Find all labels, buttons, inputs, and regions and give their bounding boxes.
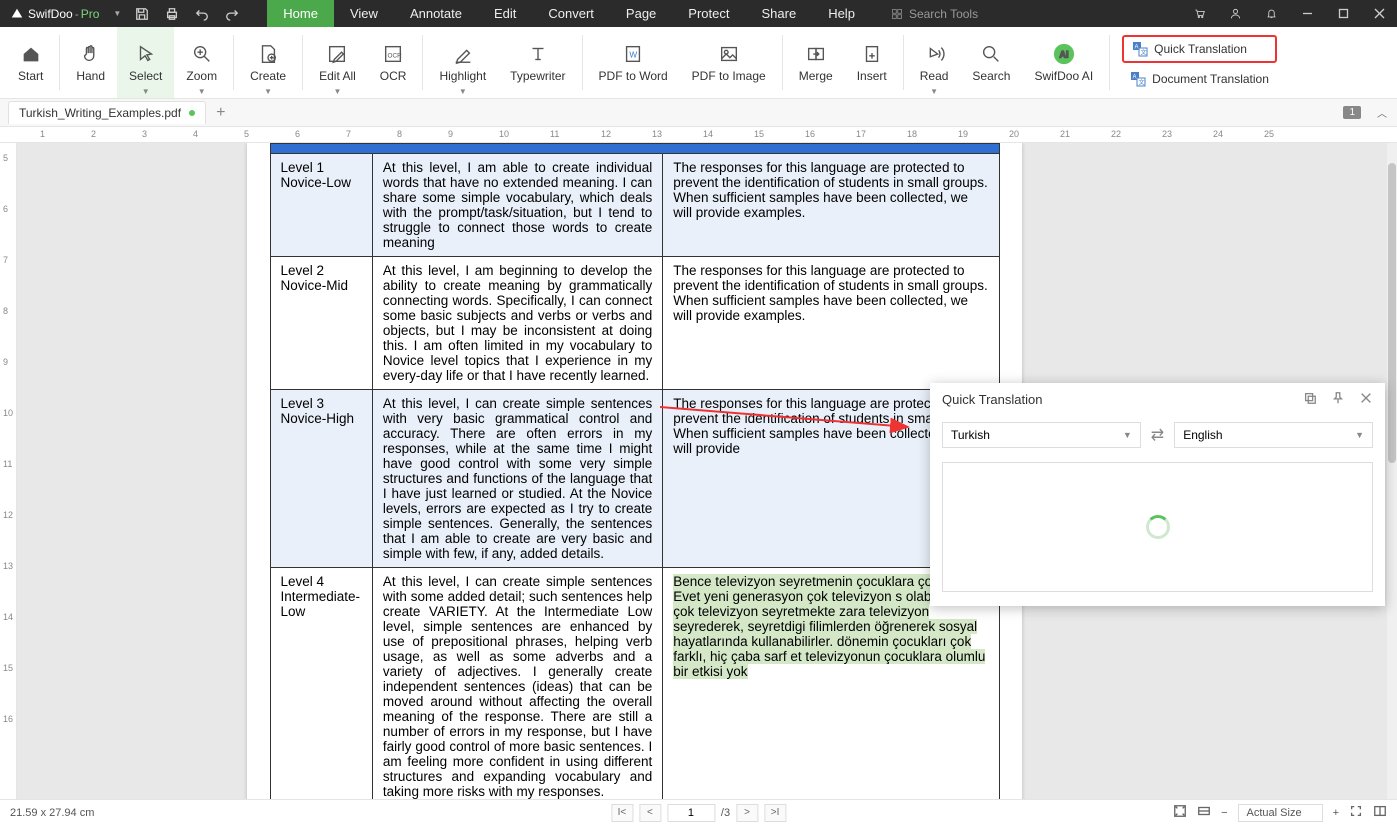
- svg-text:A: A: [1135, 44, 1139, 50]
- ruler-vertical: 5678910111213141516: [0, 143, 17, 799]
- svg-text:文: 文: [1141, 48, 1147, 56]
- maximize-button[interactable]: [1325, 0, 1361, 27]
- page-number-input[interactable]: [667, 804, 715, 822]
- close-button[interactable]: [1361, 0, 1397, 27]
- menu-annotate[interactable]: Annotate: [394, 0, 478, 27]
- reading-mode-icon[interactable]: [1373, 804, 1387, 821]
- ocr-tool[interactable]: OCROCR: [368, 27, 419, 98]
- page-total: /3: [721, 807, 730, 819]
- start-tool[interactable]: Start: [6, 27, 55, 98]
- pin-icon[interactable]: [1331, 391, 1345, 408]
- svg-text:AI: AI: [1059, 49, 1068, 59]
- svg-text:文: 文: [1139, 78, 1145, 86]
- next-page-button[interactable]: >: [736, 804, 758, 822]
- status-bar: 21.59 x 27.94 cm I< < /3 > >I − Actual S…: [0, 799, 1397, 825]
- table-row[interactable]: Level 1 Novice-LowAt this level, I am ab…: [270, 154, 999, 257]
- pdf2img-tool[interactable]: PDF to Image: [680, 27, 778, 98]
- copy-icon[interactable]: [1303, 391, 1317, 408]
- translation-output: [942, 462, 1373, 592]
- menu-edit[interactable]: Edit: [478, 0, 532, 27]
- zoom-out-icon[interactable]: −: [1221, 807, 1227, 819]
- create-tool[interactable]: Create▼: [238, 27, 298, 98]
- ribbon-toolbar: Start Hand Select▼ Zoom▼ Create▼ Edit Al…: [0, 27, 1397, 99]
- save-icon[interactable]: [127, 0, 157, 27]
- prev-page-button[interactable]: <: [639, 804, 661, 822]
- vertical-scrollbar[interactable]: [1387, 143, 1397, 799]
- quick-translation-panel: Quick Translation Turkish▼ ⇄ English▼: [930, 383, 1385, 606]
- svg-text:OCR: OCR: [388, 52, 403, 59]
- search-tools[interactable]: Search Tools: [881, 7, 988, 21]
- insert-tool[interactable]: Insert: [845, 27, 899, 98]
- typewriter-tool[interactable]: Typewriter: [498, 27, 577, 98]
- quick-translation-button[interactable]: A文 Quick Translation: [1122, 35, 1277, 63]
- swap-languages-icon[interactable]: ⇄: [1151, 425, 1164, 445]
- loading-spinner: [1146, 515, 1170, 539]
- first-page-button[interactable]: I<: [611, 804, 633, 822]
- cart-icon[interactable]: [1181, 0, 1217, 27]
- collapse-ribbon-icon[interactable]: ︿: [1367, 105, 1397, 120]
- editall-tool[interactable]: Edit All▼: [307, 27, 368, 98]
- source-language-select[interactable]: Turkish▼: [942, 422, 1141, 448]
- page-dimensions: 21.59 x 27.94 cm: [10, 807, 94, 819]
- menu-convert[interactable]: Convert: [532, 0, 610, 27]
- main-menu: HomeViewAnnotateEditConvertPageProtectSh…: [267, 0, 871, 27]
- bell-icon[interactable]: [1253, 0, 1289, 27]
- workspace: 5678910111213141516 Level 1 Novice-LowAt…: [0, 143, 1397, 799]
- document-tabs: Turkish_Writing_Examples.pdf + 1 ︿: [0, 99, 1397, 127]
- user-icon[interactable]: [1217, 0, 1253, 27]
- fit-window-icon[interactable]: [1173, 804, 1187, 821]
- panel-title: Quick Translation: [942, 392, 1042, 407]
- pdf2word-tool[interactable]: WPDF to Word: [587, 27, 680, 98]
- menu-page[interactable]: Page: [610, 0, 672, 27]
- table-row[interactable]: Level 2 Novice-MidAt this level, I am be…: [270, 257, 999, 390]
- merge-tool[interactable]: Merge: [787, 27, 845, 98]
- app-logo: SwifDoo-Pro: [0, 7, 107, 21]
- table-row[interactable]: Level 4 Intermediate-LowAt this level, I…: [270, 568, 999, 800]
- search-tool[interactable]: Search: [960, 27, 1022, 98]
- svg-text:A: A: [1133, 74, 1137, 80]
- zoom-tool[interactable]: Zoom▼: [174, 27, 229, 98]
- document-tab[interactable]: Turkish_Writing_Examples.pdf: [8, 101, 206, 124]
- ruler-horizontal: 1234567891011121314151617181920212223242…: [0, 127, 1397, 143]
- highlight-tool[interactable]: Highlight▼: [427, 27, 498, 98]
- fit-width-icon[interactable]: [1197, 804, 1211, 821]
- table-row[interactable]: Level 3 Novice-HighAt this level, I can …: [270, 390, 999, 568]
- last-page-button[interactable]: >I: [764, 804, 786, 822]
- swifdoo-ai-tool[interactable]: AISwifDoo AI: [1022, 27, 1105, 98]
- minimize-button[interactable]: [1289, 0, 1325, 27]
- pdf-page[interactable]: Level 1 Novice-LowAt this level, I am ab…: [247, 143, 1022, 799]
- menu-view[interactable]: View: [334, 0, 394, 27]
- redo-icon[interactable]: [217, 0, 247, 27]
- fullscreen-icon[interactable]: [1349, 804, 1363, 821]
- menu-help[interactable]: Help: [812, 0, 871, 27]
- zoom-select[interactable]: Actual Size: [1238, 804, 1323, 822]
- menu-home[interactable]: Home: [267, 0, 334, 27]
- read-tool[interactable]: Read▼: [908, 27, 961, 98]
- title-bar: SwifDoo-Pro ▼ HomeViewAnnotateEditConver…: [0, 0, 1397, 27]
- brand-dropdown[interactable]: ▼: [107, 9, 127, 18]
- zoom-in-icon[interactable]: +: [1333, 807, 1339, 819]
- document-translation-button[interactable]: A文 Document Translation: [1122, 67, 1277, 91]
- add-tab-button[interactable]: +: [206, 104, 235, 122]
- print-icon[interactable]: [157, 0, 187, 27]
- target-language-select[interactable]: English▼: [1174, 422, 1373, 448]
- svg-text:W: W: [629, 50, 637, 59]
- menu-protect[interactable]: Protect: [672, 0, 745, 27]
- panel-close-icon[interactable]: [1359, 391, 1373, 408]
- hand-tool[interactable]: Hand: [64, 27, 117, 98]
- menu-share[interactable]: Share: [745, 0, 812, 27]
- select-tool[interactable]: Select▼: [117, 27, 174, 98]
- content-table: Level 1 Novice-LowAt this level, I am ab…: [270, 143, 1000, 799]
- page-indicator: 1: [1343, 106, 1361, 119]
- undo-icon[interactable]: [187, 0, 217, 27]
